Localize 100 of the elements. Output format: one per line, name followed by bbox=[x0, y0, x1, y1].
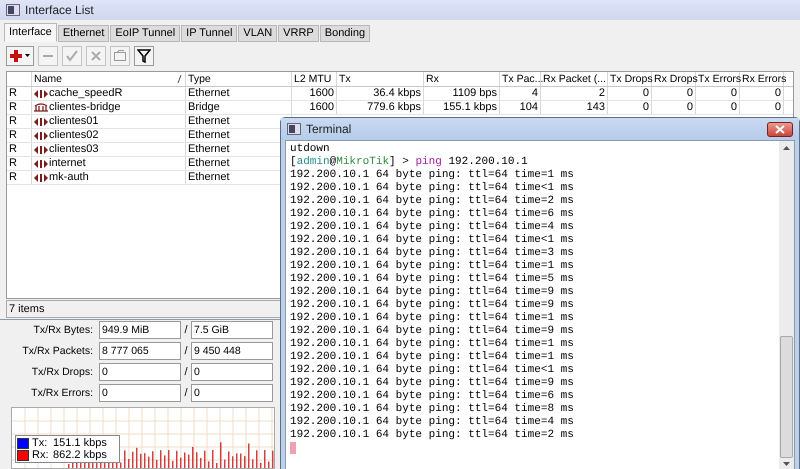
table-cell: R bbox=[7, 171, 32, 184]
legend-label: Tx: bbox=[32, 437, 48, 449]
table-cell: 0 bbox=[740, 101, 784, 114]
minus-icon bbox=[43, 54, 53, 57]
stat-field[interactable]: 9 450 448 bbox=[191, 342, 273, 360]
table-cell: 0 bbox=[608, 87, 652, 100]
ethernet-icon bbox=[34, 158, 48, 169]
separator-text: / bbox=[183, 324, 189, 336]
stat-label: Tx/Rx Errors: bbox=[30, 387, 94, 399]
table-cell: 0 bbox=[652, 87, 696, 100]
terminal-line: 192.200.10.1 64 byte ping: ttl=64 time=4 ms bbox=[290, 416, 575, 429]
column-header[interactable]: Tx bbox=[337, 72, 424, 86]
table-cell: R bbox=[7, 129, 32, 142]
terminal-line: 192.200.10.1 64 byte ping: ttl=64 time=6 ms bbox=[290, 208, 575, 221]
table-cell: 0 bbox=[608, 101, 652, 114]
column-header[interactable]: Type bbox=[186, 72, 292, 86]
table-cell: 1600 bbox=[292, 101, 337, 114]
table-cell: clientes01 bbox=[49, 115, 99, 128]
checkmark-icon bbox=[65, 48, 79, 63]
table-cell: 779.6 kbps bbox=[337, 101, 424, 114]
tab[interactable]: Interface bbox=[4, 22, 57, 42]
ethernet-icon bbox=[34, 116, 48, 127]
terminal-line: 192.200.10.1 64 byte ping: ttl=64 time=2 ms bbox=[290, 195, 575, 208]
column-header[interactable]: Rx Errors bbox=[740, 72, 784, 86]
ethernet-icon bbox=[34, 130, 48, 141]
separator-text: / bbox=[183, 387, 189, 399]
stat-field[interactable]: 0 bbox=[99, 384, 181, 402]
column-header[interactable]: Name bbox=[32, 72, 186, 86]
bridge-icon bbox=[34, 102, 48, 113]
terminal-line: 192.200.10.1 64 byte ping: ttl=64 time=4 ms bbox=[290, 221, 575, 234]
note-icon bbox=[113, 48, 127, 63]
terminal-line: 192.200.10.1 64 byte ping: ttl=64 time=1 ms bbox=[290, 169, 575, 182]
add-button[interactable] bbox=[6, 46, 34, 66]
filter-icon bbox=[137, 48, 151, 63]
separator-text: / bbox=[183, 366, 189, 378]
table-cell: Bridge bbox=[186, 101, 292, 114]
terminal-line: 192.200.10.1 64 byte ping: ttl=64 time<1 ms bbox=[290, 182, 575, 195]
terminal-line: 192.200.10.1 64 byte ping: ttl=64 time<1 ms bbox=[290, 364, 575, 377]
terminal-line: 192.200.10.1 64 byte ping: ttl=64 time=9 ms bbox=[290, 299, 575, 312]
window-icon bbox=[6, 4, 20, 16]
stat-field[interactable]: 0 bbox=[191, 363, 273, 381]
stat-label: Tx/Rx Packets: bbox=[21, 345, 94, 357]
table-cell: 0 bbox=[652, 101, 696, 114]
column-header[interactable]: Tx Drops bbox=[608, 72, 652, 86]
column-header[interactable]: Rx Packet (... bbox=[541, 72, 608, 86]
stat-label: Tx/Rx Drops: bbox=[30, 366, 94, 378]
close-button[interactable] bbox=[767, 122, 793, 136]
tab[interactable]: Ethernet bbox=[58, 24, 110, 42]
stat-field[interactable]: 949.9 MiB bbox=[99, 321, 181, 339]
tab[interactable]: VRRP bbox=[278, 24, 319, 42]
stat-field[interactable]: 0 bbox=[191, 384, 273, 402]
terminal-line: 192.200.10.1 64 byte ping: ttl=64 time<1 ms bbox=[290, 234, 575, 247]
table-cell: internet bbox=[49, 157, 86, 170]
table-cell: clientes03 bbox=[49, 143, 99, 156]
table-cell: 1109 bps bbox=[424, 87, 500, 100]
ethernet-icon bbox=[34, 88, 48, 99]
scrollbar[interactable] bbox=[779, 141, 794, 469]
terminal-line: [admin@MikroTik] > ping 192.200.10.1 bbox=[290, 156, 529, 169]
tab[interactable]: IP Tunnel bbox=[181, 24, 238, 42]
close-icon bbox=[775, 124, 785, 134]
stat-field[interactable]: 0 bbox=[99, 363, 181, 381]
stat-field[interactable]: 8 777 065 bbox=[99, 342, 181, 360]
tab[interactable]: Bonding bbox=[320, 24, 370, 42]
ethernet-icon bbox=[34, 144, 48, 155]
terminal-line: 192.200.10.1 64 byte ping: ttl=64 time=5 ms bbox=[290, 273, 575, 286]
terminal-line: 192.200.10.1 64 byte ping: ttl=64 time=2 ms bbox=[290, 429, 575, 442]
table-cell: 104 bbox=[500, 101, 541, 114]
scroll-down-icon[interactable] bbox=[783, 462, 790, 467]
table-cell: 0 bbox=[740, 87, 784, 100]
cross-icon bbox=[89, 48, 103, 63]
table-cell: cache_speedR bbox=[49, 87, 122, 100]
table-cell: R bbox=[7, 87, 32, 100]
table-cell: clientes-bridge bbox=[49, 101, 121, 114]
table-cell: R bbox=[7, 101, 32, 114]
terminal-line: 192.200.10.1 64 byte ping: ttl=64 time=6 ms bbox=[290, 390, 575, 403]
table-cell: 155.1 kbps bbox=[424, 101, 500, 114]
column-header[interactable]: Rx bbox=[424, 72, 500, 86]
table-cell: 2 bbox=[541, 87, 608, 100]
column-header[interactable]: Tx Errors bbox=[696, 72, 740, 86]
table-cell: Ethernet bbox=[186, 87, 292, 100]
column-header[interactable]: Rx Drops bbox=[652, 72, 696, 86]
ethernet-icon bbox=[34, 172, 48, 183]
table-cell: 1600 bbox=[292, 87, 337, 100]
table-cell: R bbox=[7, 143, 32, 156]
legend-label: Rx: bbox=[32, 449, 50, 461]
column-header[interactable]: L2 MTU bbox=[292, 72, 337, 86]
terminal-line: 192.200.10.1 64 byte ping: ttl=64 time=9 ms bbox=[290, 325, 575, 338]
table-cell: 4 bbox=[500, 87, 541, 100]
terminal-line: 192.200.10.1 64 byte ping: ttl=64 time=1 ms bbox=[290, 351, 575, 364]
terminal-line: 192.200.10.1 64 byte ping: ttl=64 time=1 ms bbox=[290, 260, 575, 273]
column-header[interactable]: Tx Pac... bbox=[500, 72, 541, 86]
plus-icon bbox=[9, 48, 31, 63]
filter-button[interactable] bbox=[134, 46, 154, 66]
tab[interactable]: VLAN bbox=[238, 24, 278, 42]
terminal-line: 192.200.10.1 64 byte ping: ttl=64 time=9 ms bbox=[290, 377, 575, 390]
stat-field[interactable]: 7.5 GiB bbox=[191, 321, 273, 339]
scroll-up-icon[interactable] bbox=[783, 145, 790, 150]
stat-label: Tx/Rx Bytes: bbox=[32, 324, 94, 336]
tab[interactable]: EoIP Tunnel bbox=[110, 24, 180, 42]
window-title: Terminal bbox=[306, 122, 352, 136]
